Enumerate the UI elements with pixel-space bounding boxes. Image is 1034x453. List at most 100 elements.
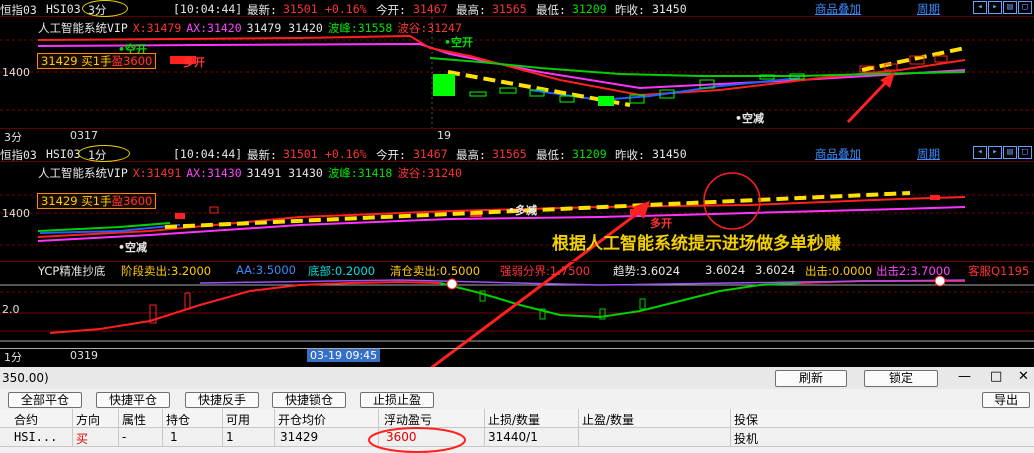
symbol-code: HSI03 [46,147,81,161]
date-cursor-label: 03-19 09:45 [307,349,381,362]
time-label: [10:04:44] [173,147,243,161]
restore-icon[interactable]: □ [990,369,1002,384]
legend-trough: 波谷:31240 [397,166,462,180]
open-label: 今开: [376,148,406,162]
chart-window-buttons: ◂ ▸ ▤ □ [973,146,1032,159]
cell-hedge: 投机 [734,432,759,446]
indicator-out2: 出击2:3.7000 [876,264,951,278]
top-chart-panel: 恒指03 HSI03 3分 [10:04:44] 最新: 31501 +0.16… [0,0,1034,145]
table-header-row: 合约 方向 属性 持仓 可用 开仓均价 浮动盈亏 止损/数量 止盈/数量 投保 [0,409,1034,428]
period-highlight-circle [82,0,128,17]
low-value: 31209 [572,2,607,16]
overlay-link[interactable]: 商品叠加 [815,146,861,162]
indicator-v1: 3.6024 [705,263,746,277]
annotation-kong-kai-2: •空开 [444,36,474,49]
high-value: 31565 [492,147,527,161]
time-label: [10:04:44] [173,2,243,16]
legend-ax: AX:31420 [186,21,242,35]
col-hedge[interactable]: 投保 [734,411,758,428]
next-icon[interactable]: ▸ [988,146,1002,159]
trade-toolbar: 350.00) 刷新 锁定 — □ ✕ [0,367,1034,389]
position-box: 31429 买1手盈3600 [37,193,157,209]
open-value: 31467 [413,2,448,16]
indicator-tail: 客服Q1195 [968,264,1030,278]
col-attribute[interactable]: 属性 [122,411,146,428]
quick-lock-button[interactable]: 快捷锁仓 [272,392,346,408]
indicator-stage-sell: 阶段卖出:3.2000 [121,264,212,278]
positions-table: 合约 方向 属性 持仓 可用 开仓均价 浮动盈亏 止损/数量 止盈/数量 投保 … [0,409,1034,447]
export-button[interactable]: 导出 [982,392,1030,408]
pl-highlight-circle [368,427,466,453]
date-tick-2: 19 [437,129,451,142]
prev-close-label: 昨收: [615,148,645,162]
chart-window-buttons: ◂ ▸ ▤ □ [973,1,1032,14]
col-contract[interactable]: 合约 [14,411,38,428]
indicator-v2: 3.6024 [755,263,796,277]
high-label: 最高: [456,148,486,162]
indicator-out: 出击:0.0000 [805,264,873,278]
trade-panel: 350.00) 刷新 锁定 — □ ✕ 全部平仓 快捷平仓 快捷反手 快捷锁仓 … [0,367,1034,453]
open-label: 今开: [376,3,406,17]
close-icon[interactable]: ✕ [1018,369,1029,384]
bottom-chart-panel: 恒指03 HSI03 1分 [10:04:44] 最新: 31501 +0.16… [0,145,1034,367]
table-row[interactable]: HSI... 买 - 1 1 31429 3600 31440/1 投机 [0,428,1034,447]
cycle-link[interactable]: 周期 [917,1,940,17]
maximize-icon[interactable]: □ [1018,1,1032,14]
prev-close-value: 31450 [652,147,687,161]
position-box: 31429 买1手盈3600 [37,53,157,69]
promo-annotation: 根据人工智能系统提示进场做多单秒赚 [552,234,841,254]
low-label: 最低: [536,3,566,17]
col-avg-open[interactable]: 开仓均价 [278,411,326,428]
date-tick-1: 0317 [70,129,98,142]
quick-reverse-button[interactable]: 快捷反手 [185,392,259,408]
cell-available: 1 [226,430,234,444]
cycle-link[interactable]: 周期 [917,146,940,162]
stop-loss-profit-button[interactable]: 止损止盈 [360,392,434,408]
annotation-duo-kai: 多开 [183,56,205,69]
overlay-link[interactable]: 商品叠加 [815,1,861,17]
period-highlight-circle [78,145,130,162]
prev-close-label: 昨收: [615,3,645,17]
cell-contract: HSI... [14,430,58,444]
y-axis-label: 1400 [2,207,30,220]
latest-label: 最新: [247,148,277,162]
col-stop-loss[interactable]: 止损/数量 [488,411,540,428]
prev-icon[interactable]: ◂ [973,1,987,14]
change-value: +0.16% [325,147,367,161]
date-tick-1: 0319 [70,349,98,362]
position-price: 31429 [41,194,78,208]
layout-icon[interactable]: ▤ [1003,1,1017,14]
low-value: 31209 [572,147,607,161]
legend-x: X:31479 [132,21,182,35]
layout-icon[interactable]: ▤ [1003,146,1017,159]
prev-icon[interactable]: ◂ [973,146,987,159]
col-holding[interactable]: 持仓 [166,411,190,428]
latest-value: 31501 [283,147,318,161]
indicator-name: YCP精准抄底 [38,264,106,278]
refresh-button[interactable]: 刷新 [775,370,847,387]
col-take-profit[interactable]: 止盈/数量 [582,411,634,428]
indicator-strong-weak: 强弱分界:1.7500 [500,264,591,278]
lock-button[interactable]: 锁定 [864,370,938,387]
annotation-kong-jian: •空减 [118,241,148,254]
bottom-legend: 人工智能系统VIP X:31491 AX:31430 31491 31430 波峰:31… [38,165,467,181]
open-value: 31467 [413,147,448,161]
latest-label: 最新: [247,3,277,17]
col-direction[interactable]: 方向 [76,411,100,428]
legend-values: 31491 31430 [246,166,323,180]
annotation-kong-jian: •空减 [735,112,765,125]
legend-peak: 波峰:31558 [327,21,393,35]
position-action: 买1手 [81,54,112,68]
quick-close-button[interactable]: 快捷平仓 [96,392,170,408]
close-all-button[interactable]: 全部平仓 [8,392,82,408]
next-icon[interactable]: ▸ [988,1,1002,14]
account-value: 350.00) [2,371,49,385]
symbol-label: 恒指03 [0,148,37,162]
maximize-icon[interactable]: □ [1018,146,1032,159]
bottom-chart-header: 恒指03 HSI03 1分 [10:04:44] 最新: 31501 +0.16… [0,145,1034,162]
minimize-icon[interactable]: — [958,369,971,384]
cell-attribute: - [122,430,127,444]
cell-avg-open: 31429 [280,430,319,444]
top-chart-header: 恒指03 HSI03 3分 [10:04:44] 最新: 31501 +0.16… [0,0,1034,17]
col-available[interactable]: 可用 [226,411,250,428]
